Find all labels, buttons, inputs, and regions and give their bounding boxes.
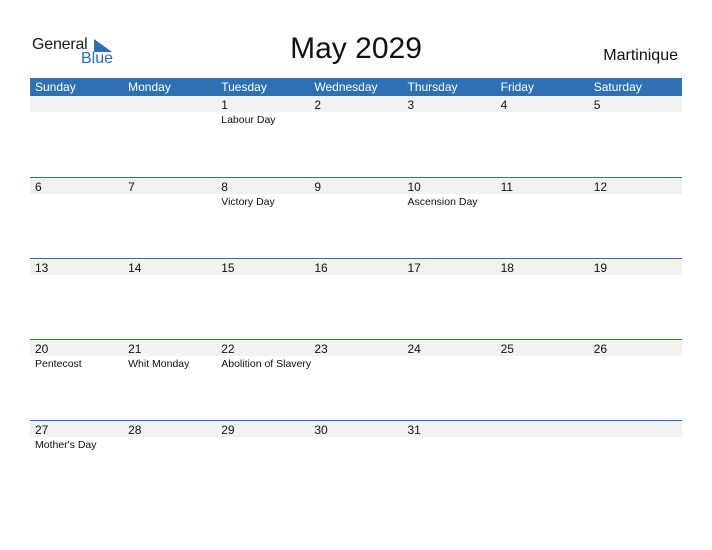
- day-number: 5: [593, 98, 601, 112]
- day-cell: 2: [309, 96, 402, 177]
- week-cells: 1 Labour Day 2 3 4 5: [30, 96, 682, 177]
- day-number: 26: [593, 342, 608, 356]
- day-cell: 10 Ascension Day: [403, 177, 496, 258]
- day-cell: 21 Whit Monday: [123, 339, 216, 420]
- day-cell: 24: [403, 339, 496, 420]
- country-label: Martinique: [603, 47, 678, 64]
- day-cell: 27 Mother's Day: [30, 420, 123, 501]
- day-cell: 8 Victory Day: [216, 177, 309, 258]
- holiday-label: Labour Day: [221, 114, 276, 126]
- day-cell: [30, 96, 123, 177]
- day-number: 16: [314, 261, 328, 275]
- weekday-sunday: Sunday: [35, 80, 76, 94]
- day-number: 10: [407, 180, 421, 194]
- day-cell: 9: [309, 177, 402, 258]
- day-number: 6: [35, 180, 42, 194]
- day-cell: 1 Labour Day: [216, 96, 309, 177]
- day-number: 17: [407, 261, 421, 275]
- day-number: 9: [314, 180, 322, 194]
- holiday-label: Whit Monday: [128, 358, 190, 370]
- week-row: 20 Pentecost 21 Whit Monday 22 Abolition of S…: [30, 339, 682, 420]
- day-cell: 30: [309, 420, 402, 501]
- day-number: 30: [314, 423, 328, 437]
- day-cell: 23: [309, 339, 402, 420]
- holiday-label: Pentecost: [35, 358, 82, 370]
- week-row: 13 14 15 16 17 18 19: [30, 258, 682, 339]
- day-cell: 5: [589, 96, 682, 177]
- day-cell: 15: [216, 258, 309, 339]
- day-number: 15: [221, 261, 235, 275]
- weekday-saturday: Saturday: [593, 80, 642, 94]
- day-number: 19: [593, 261, 608, 275]
- day-number: 21: [128, 342, 142, 356]
- week-cells: 20 Pentecost 21 Whit Monday 22 Abolition of S…: [30, 339, 682, 420]
- day-number: 1: [221, 98, 228, 112]
- day-number: 24: [407, 342, 421, 356]
- day-cell: 29: [216, 420, 309, 501]
- day-number: 11: [500, 180, 514, 194]
- day-number: 18: [500, 261, 514, 275]
- day-cell: [496, 420, 589, 501]
- week-row: 1 Labour Day 2 3 4 5: [30, 96, 682, 177]
- day-number: 8: [221, 180, 228, 194]
- day-cell: 20 Pentecost: [30, 339, 123, 420]
- week-cells: 6 7 8 Victory Day 9 10 Ascension Day 11 12: [30, 177, 682, 258]
- weekday-tuesday: Tuesday: [221, 80, 267, 94]
- day-number: 27: [35, 423, 49, 437]
- weekday-header: Sunday Monday Tuesday Wednesday Thursday…: [30, 78, 682, 96]
- day-cell: 13: [30, 258, 123, 339]
- day-number: 23: [314, 342, 328, 356]
- day-cell: 6: [30, 177, 123, 258]
- week-cells: 13 14 15 16 17 18 19: [30, 258, 682, 339]
- day-cell: [589, 420, 682, 501]
- day-cell: 31: [403, 420, 496, 501]
- holiday-label: Ascension Day: [407, 196, 478, 208]
- day-cell: 22 Abolition of Slavery: [216, 339, 312, 420]
- day-cell: 12: [589, 177, 682, 258]
- week-row: 6 7 8 Victory Day 9 10 Ascension Day 11 12: [30, 177, 682, 258]
- holiday-label: Abolition of Slavery: [221, 358, 312, 370]
- day-cell: 3: [403, 96, 496, 177]
- day-number: 28: [128, 423, 142, 437]
- day-cell: 28: [123, 420, 216, 501]
- day-cell: 17: [403, 258, 496, 339]
- weekday-monday: Monday: [128, 80, 171, 94]
- week-cells: 27 Mother's Day 28 29 30 31: [30, 420, 682, 501]
- day-cell: 19: [589, 258, 682, 339]
- day-number: 13: [35, 261, 49, 275]
- holiday-label: Victory Day: [221, 196, 275, 208]
- day-number: 29: [221, 423, 235, 437]
- day-number: 14: [128, 261, 142, 275]
- day-number: 31: [407, 423, 421, 437]
- day-cell: [123, 96, 216, 177]
- day-number: 4: [500, 98, 508, 112]
- day-number: 22: [221, 342, 235, 356]
- week-row: 27 Mother's Day 28 29 30 31: [30, 420, 682, 501]
- weekday-friday: Friday: [500, 80, 534, 94]
- day-number: 7: [128, 180, 135, 194]
- day-number: 20: [35, 342, 49, 356]
- day-cell: 11: [496, 177, 589, 258]
- day-number: 3: [407, 98, 415, 112]
- day-cell: 16: [309, 258, 402, 339]
- day-number: 12: [593, 180, 608, 194]
- day-cell: 4: [496, 96, 589, 177]
- day-cell: 14: [123, 258, 216, 339]
- day-number: 25: [500, 342, 514, 356]
- holiday-label: Mother's Day: [35, 439, 97, 451]
- day-cell: 26: [589, 339, 682, 420]
- day-cell: 7: [123, 177, 216, 258]
- weekday-thursday: Thursday: [407, 80, 458, 94]
- day-cell: 18: [496, 258, 589, 339]
- day-number: 2: [314, 98, 322, 112]
- day-cell: 25: [496, 339, 589, 420]
- weekday-wednesday: Wednesday: [314, 80, 378, 94]
